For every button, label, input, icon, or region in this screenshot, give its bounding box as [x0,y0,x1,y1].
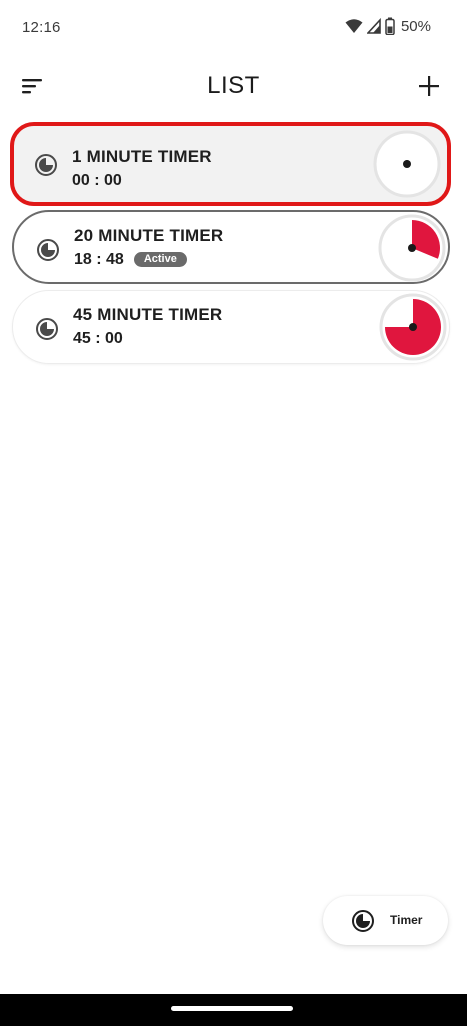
timer-chip-label: Timer [390,913,423,927]
home-gesture-handle[interactable] [171,1006,293,1011]
timer-remaining: 45 : 00 [73,330,123,348]
timer-dial[interactable] [373,130,441,198]
timer-remaining-value: 45 : 00 [73,330,123,347]
timer-remaining-value: 00 : 00 [72,172,122,189]
add-timer-button[interactable] [415,72,443,100]
timer-title: 45 MINUTE TIMER [73,305,223,324]
timer-icon [37,239,59,261]
battery-percent: 50% [400,17,431,35]
timer-remaining: 18 : 48 Active [74,251,187,269]
wifi-icon [345,19,363,33]
timer-card[interactable]: 45 MINUTE TIMER 45 : 00 [12,290,450,364]
timer-remaining-value: 18 : 48 [74,251,124,268]
navigation-bar [0,994,467,1026]
status-time: 12:16 [22,19,61,36]
status-badge: Active [133,252,187,267]
app-bar: LIST [0,60,467,112]
timer-chip-button[interactable]: Timer [323,896,448,945]
battery-icon [385,17,395,35]
screen: 12:16 50% LIST 1 MINUTE TIMER 00: 00 20… [0,0,467,1026]
cellular-signal-icon [366,18,381,34]
status-icons: 50% [345,17,431,35]
timer-card[interactable]: 20 MINUTE TIMER 18 : 48 Active [12,210,450,284]
add-icon [419,76,439,96]
status-bar: 12:16 50% [0,0,467,56]
timer-dial[interactable] [379,293,447,361]
timer-dial[interactable] [378,214,446,282]
timer-remaining: 00 : 00 [72,172,122,190]
timer-card[interactable]: 1 MINUTE TIMER 00 : 00 [10,122,451,206]
timer-icon [36,318,58,340]
timer-title: 1 MINUTE TIMER [72,147,212,166]
timer-title: 20 MINUTE TIMER [74,226,224,245]
page-title: LIST [207,72,260,99]
timer-icon [35,154,57,176]
timer-icon [352,910,374,932]
